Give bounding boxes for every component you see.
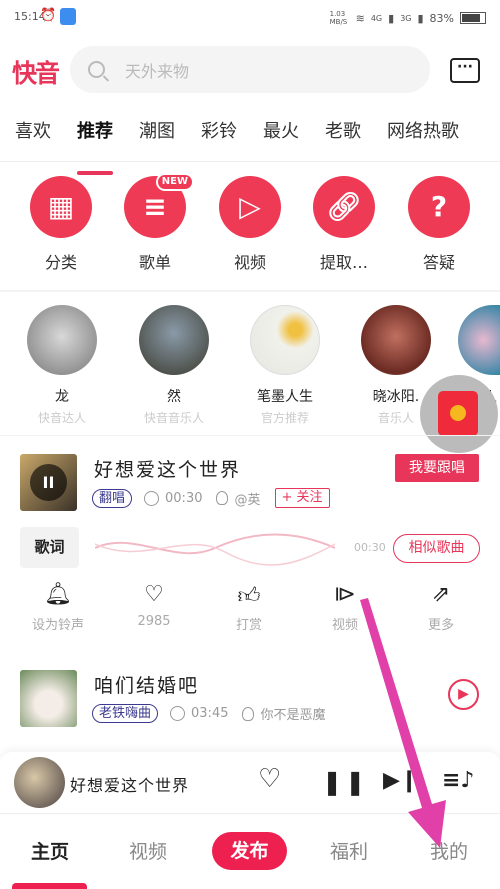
annotation-arrow (360, 598, 446, 848)
